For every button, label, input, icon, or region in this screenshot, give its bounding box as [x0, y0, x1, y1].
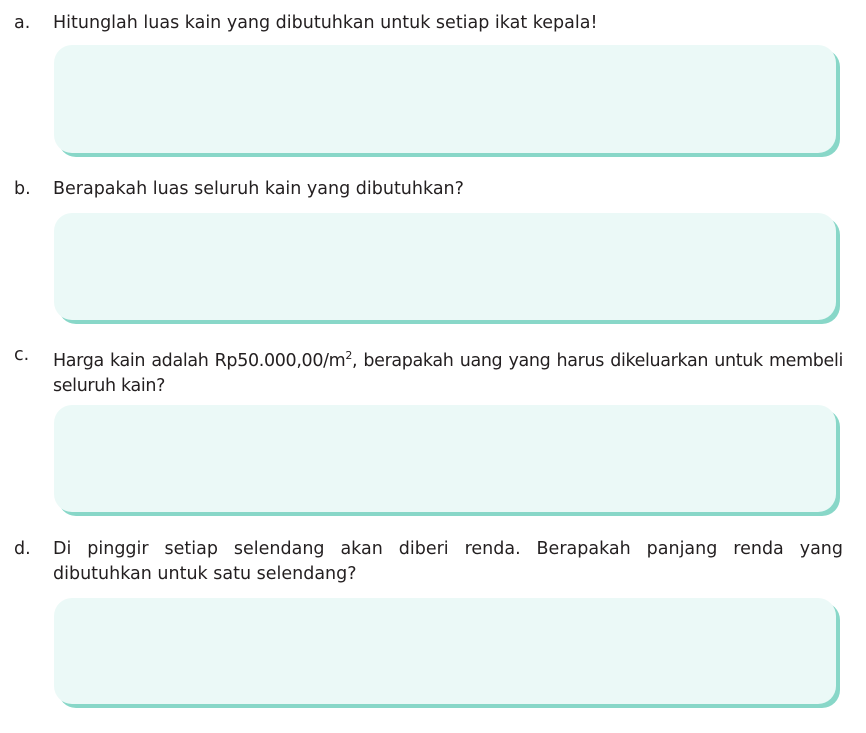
question-text-part: Harga kain adalah Rp50.000,00/m — [53, 350, 346, 371]
answer-box-b[interactable] — [54, 213, 836, 320]
question-letter: a. — [14, 13, 31, 33]
question-text: Di pinggir setiap selendang akan diberi … — [53, 539, 843, 584]
question-text: Hitunglah luas kain yang dibutuhkan untu… — [53, 13, 598, 33]
answer-box-d[interactable] — [54, 598, 836, 704]
answer-box-c[interactable] — [54, 405, 836, 512]
answer-box-a[interactable] — [54, 45, 836, 153]
question-text: Berapakah luas seluruh kain yang dibutuh… — [53, 179, 464, 199]
question-letter: b. — [14, 179, 31, 199]
question-text: Harga kain adalah Rp50.000,00/m2, berapa… — [53, 343, 843, 399]
question-letter: d. — [14, 539, 31, 559]
question-letter: c. — [14, 345, 30, 365]
